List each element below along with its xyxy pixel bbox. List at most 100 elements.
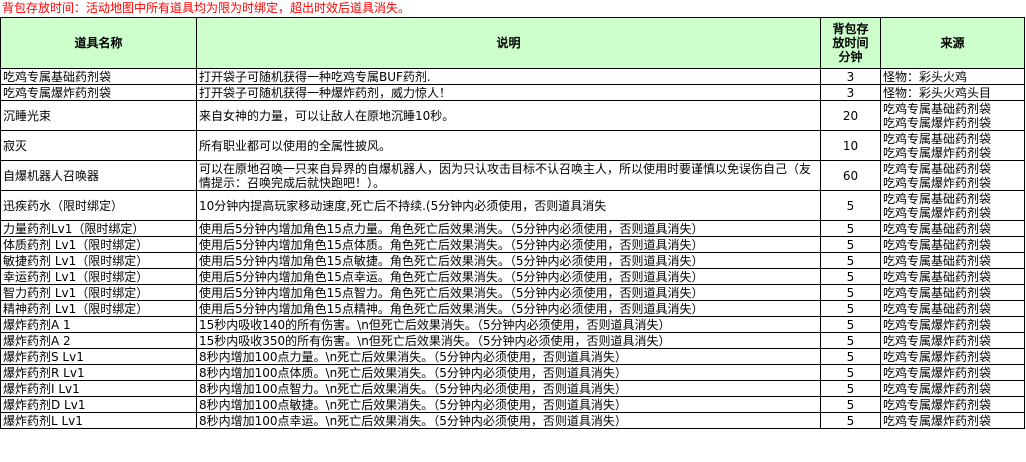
item-source-cell: 吃鸡专属爆炸药剂袋: [880, 412, 1025, 429]
source-line: 吃鸡专属基础药剂袋: [883, 253, 992, 268]
table-row: 寂灭 所有职业都可以使用的全属性披风。 10 吃鸡专属基础药剂袋 吃鸡专属爆炸药剂袋: [0, 130, 1025, 161]
storage-time-cell: 5: [820, 396, 881, 413]
source-line: 吃鸡专属爆炸药剂袋: [883, 397, 992, 412]
item-description-cell: 使用后5分钟内增加角色15点力量。角色死亡后效果消失。（5分钟内必须使用，否则道…: [196, 220, 821, 237]
source-line: 吃鸡专属爆炸药剂袋: [883, 413, 992, 428]
item-description-cell: 来自女神的力量，可以让敌人在原地沉睡10秒。: [196, 100, 821, 131]
item-name-cell: 吃鸡专属爆炸药剂袋: [0, 84, 197, 101]
item-name-cell: 爆炸药剂S Lv1: [0, 348, 197, 365]
storage-notice: 背包存放时间：活动地图中所有道具均为限为时绑定，超出时效后道具消失。: [2, 1, 411, 15]
item-name-cell: 力量药剂Lv1（限时绑定）: [0, 220, 197, 237]
storage-time-cell: 5: [820, 348, 881, 365]
item-source-cell: 怪物：彩头火鸡: [880, 68, 1025, 85]
item-source-cell: 吃鸡专属爆炸药剂袋: [880, 332, 1025, 349]
header-item-name: 道具名称: [0, 17, 197, 69]
source-line: 怪物：彩头火鸡头目: [883, 85, 992, 100]
item-name-cell: 自爆机器人召唤器: [0, 160, 197, 191]
table-row: 精神药剂 Lv1（限时绑定） 使用后5分钟内增加角色15点精神。角色死亡后效果消失…: [0, 300, 1025, 317]
storage-time-cell: 5: [820, 190, 881, 221]
storage-time-cell: 5: [820, 364, 881, 381]
item-name-cell: 幸运药剂 Lv1（限时绑定）: [0, 268, 197, 285]
item-description-cell: 使用后5分钟内增加角色15点幸运。角色死亡后效果消失。（5分钟内必须使用，否则道…: [196, 268, 821, 285]
table-row: 爆炸药剂L Lv1 8秒内增加100点幸运。\n死亡后效果消失。（5分钟内必须使用…: [0, 412, 1025, 429]
item-description-cell: 打开袋子可随机获得一种爆炸药剂，威力惊人！: [196, 84, 821, 101]
item-name-cell: 爆炸药剂R Lv1: [0, 364, 197, 381]
item-description-cell: 8秒内增加100点幸运。\n死亡后效果消失。（5分钟内必须使用，否则道具消失）: [196, 412, 821, 429]
source-line: 吃鸡专属爆炸药剂袋: [883, 115, 992, 130]
item-source-cell: 吃鸡专属爆炸药剂袋: [880, 316, 1025, 333]
item-table: 道具名称 说明 背包存 放时间 分钟 来源 吃鸡专属基础药剂袋 打开袋子可随机获得…: [0, 17, 1025, 429]
source-line: 吃鸡专属爆炸药剂袋: [883, 381, 992, 396]
item-source-cell: 吃鸡专属爆炸药剂袋: [880, 380, 1025, 397]
storage-time-cell: 3: [820, 84, 881, 101]
item-source-cell: 吃鸡专属基础药剂袋: [880, 220, 1025, 237]
source-line: 吃鸡专属基础药剂袋: [883, 101, 992, 116]
storage-time-cell: 5: [820, 332, 881, 349]
item-description-cell: 使用后5分钟内增加角色15点智力。角色死亡后效果消失。（5分钟内必须使用，否则道…: [196, 284, 821, 301]
table-row: 爆炸药剂S Lv1 8秒内增加100点力量。\n死亡后效果消失。（5分钟内必须使用…: [0, 348, 1025, 365]
table-row: 体质药剂 Lv1（限时绑定） 使用后5分钟内增加角色15点体质。角色死亡后效果消失…: [0, 236, 1025, 253]
source-line: 吃鸡专属基础药剂袋: [883, 161, 992, 176]
item-description-cell: 所有职业都可以使用的全属性披风。: [196, 130, 821, 161]
header-storage-time-line-3: 分钟: [838, 50, 863, 64]
table-row: 爆炸药剂D Lv1 8秒内增加100点敏捷。\n死亡后效果消失。（5分钟内必须使用…: [0, 396, 1025, 413]
header-source: 来源: [880, 17, 1025, 69]
item-name-cell: 爆炸药剂A 1: [0, 316, 197, 333]
item-description-cell: 使用后5分钟内增加角色15点敏捷。角色死亡后效果消失。（5分钟内必须使用，否则道…: [196, 252, 821, 269]
storage-time-cell: 5: [820, 412, 881, 429]
storage-time-cell: 5: [820, 316, 881, 333]
storage-time-cell: 3: [820, 68, 881, 85]
item-name-cell: 爆炸药剂I Lv1: [0, 380, 197, 397]
item-source-cell: 吃鸡专属基础药剂袋: [880, 236, 1025, 253]
item-source-cell: 吃鸡专属爆炸药剂袋: [880, 364, 1025, 381]
table-row: 自爆机器人召唤器 可以在原地召唤一只来自异界的自爆机器人，因为只认攻击目标不认召唤…: [0, 160, 1025, 191]
source-line: 吃鸡专属爆炸药剂袋: [883, 349, 992, 364]
item-description-cell: 8秒内增加100点智力。\n死亡后效果消失。（5分钟内必须使用，否则道具消失）: [196, 380, 821, 397]
item-name-cell: 寂灭: [0, 130, 197, 161]
source-line: 吃鸡专属基础药剂袋: [883, 237, 992, 252]
storage-time-cell: 5: [820, 284, 881, 301]
item-name-cell: 爆炸药剂D Lv1: [0, 396, 197, 413]
item-source-cell: 吃鸡专属基础药剂袋 吃鸡专属爆炸药剂袋: [880, 130, 1025, 161]
item-source-cell: 吃鸡专属基础药剂袋: [880, 268, 1025, 285]
table-row: 吃鸡专属基础药剂袋 打开袋子可随机获得一种吃鸡专属BUF药剂. 3 怪物：彩头火鸡: [0, 68, 1025, 85]
item-source-cell: 吃鸡专属基础药剂袋 吃鸡专属爆炸药剂袋: [880, 160, 1025, 191]
source-line: 吃鸡专属爆炸药剂袋: [883, 205, 992, 220]
header-storage-time: 背包存 放时间 分钟: [820, 17, 881, 69]
item-source-cell: 吃鸡专属基础药剂袋: [880, 284, 1025, 301]
source-line: 怪物：彩头火鸡: [883, 69, 968, 84]
header-storage-time-line-2: 放时间: [832, 36, 869, 50]
item-description-cell: 可以在原地召唤一只来自异界的自爆机器人，因为只认攻击目标不认召唤主人，所以使用时…: [196, 160, 821, 191]
source-line: 吃鸡专属爆炸药剂袋: [883, 365, 992, 380]
table-row: 迅疾药水（限时绑定） 10分钟内提高玩家移动速度,死亡后不持续.(5分钟内必须使用…: [0, 190, 1025, 221]
table-row: 沉睡光束 来自女神的力量，可以让敌人在原地沉睡10秒。 20 吃鸡专属基础药剂袋 吃鸡专…: [0, 100, 1025, 131]
storage-time-cell: 10: [820, 130, 881, 161]
header-description: 说明: [196, 17, 821, 69]
source-line: 吃鸡专属基础药剂袋: [883, 191, 992, 206]
table-row: 智力药剂 Lv1（限时绑定） 使用后5分钟内增加角色15点智力。角色死亡后效果消失…: [0, 284, 1025, 301]
item-source-cell: 吃鸡专属基础药剂袋: [880, 300, 1025, 317]
table-row: 爆炸药剂R Lv1 8秒内增加100点体质。\n死亡后效果消失。（5分钟内必须使用…: [0, 364, 1025, 381]
source-line: 吃鸡专属爆炸药剂袋: [883, 317, 992, 332]
storage-time-cell: 60: [820, 160, 881, 191]
storage-time-cell: 5: [820, 268, 881, 285]
table-row: 吃鸡专属爆炸药剂袋 打开袋子可随机获得一种爆炸药剂，威力惊人！ 3 怪物：彩头火鸡头目: [0, 84, 1025, 101]
table-row: 爆炸药剂I Lv1 8秒内增加100点智力。\n死亡后效果消失。（5分钟内必须使用…: [0, 380, 1025, 397]
storage-time-cell: 5: [820, 300, 881, 317]
table-row: 力量药剂Lv1（限时绑定） 使用后5分钟内增加角色15点力量。角色死亡后效果消失。…: [0, 220, 1025, 237]
source-line: 吃鸡专属爆炸药剂袋: [883, 175, 992, 190]
source-line: 吃鸡专属基础药剂袋: [883, 301, 992, 316]
item-name-cell: 智力药剂 Lv1（限时绑定）: [0, 284, 197, 301]
item-name-cell: 精神药剂 Lv1（限时绑定）: [0, 300, 197, 317]
item-source-cell: 吃鸡专属基础药剂袋 吃鸡专属爆炸药剂袋: [880, 190, 1025, 221]
storage-time-cell: 5: [820, 252, 881, 269]
item-source-cell: 吃鸡专属爆炸药剂袋: [880, 396, 1025, 413]
item-source-cell: 吃鸡专属基础药剂袋 吃鸡专属爆炸药剂袋: [880, 100, 1025, 131]
item-description-cell: 15秒内吸收140的所有伤害。\n但死亡后效果消失。（5分钟内必须使用，否则道具…: [196, 316, 821, 333]
source-line: 吃鸡专属基础药剂袋: [883, 269, 992, 284]
table-row: 幸运药剂 Lv1（限时绑定） 使用后5分钟内增加角色15点幸运。角色死亡后效果消失…: [0, 268, 1025, 285]
item-description-cell: 使用后5分钟内增加角色15点体质。角色死亡后效果消失。（5分钟内必须使用，否则道…: [196, 236, 821, 253]
item-description-cell: 打开袋子可随机获得一种吃鸡专属BUF药剂.: [196, 68, 821, 85]
source-line: 吃鸡专属爆炸药剂袋: [883, 145, 992, 160]
item-name-cell: 爆炸药剂L Lv1: [0, 412, 197, 429]
